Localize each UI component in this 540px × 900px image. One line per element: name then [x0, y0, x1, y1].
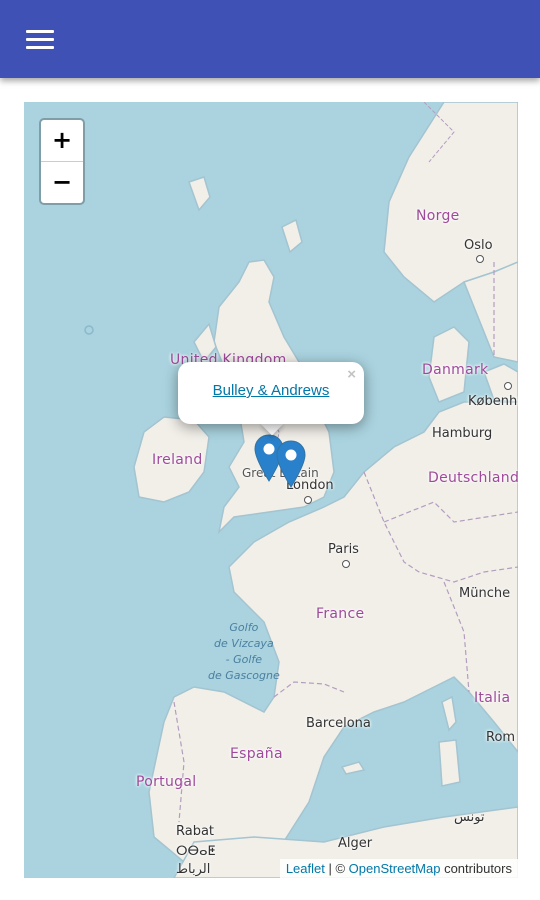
- leaflet-link[interactable]: Leaflet: [286, 861, 325, 876]
- marker-popup: Bulley & Andrews ×: [178, 362, 364, 424]
- map-label-italia: Italia: [474, 690, 511, 706]
- map-label-alger: Alger: [338, 836, 373, 851]
- city-dot: [504, 382, 512, 390]
- map-label-kobenhavn: København: [468, 394, 518, 409]
- city-dot: [304, 496, 312, 504]
- map-label-rabat-arabic: الرباط: [176, 862, 211, 877]
- menu-icon[interactable]: [20, 22, 60, 58]
- map-label-espana: España: [230, 746, 283, 762]
- popup-link[interactable]: Bulley & Andrews: [178, 382, 364, 399]
- map-label-hamburg: Hamburg: [432, 426, 493, 441]
- map-marker-icon[interactable]: [276, 440, 306, 488]
- close-icon[interactable]: ×: [347, 366, 356, 383]
- map-label-tunis: تونس: [454, 810, 485, 825]
- map-label-rabat-tifinagh: ⵔⴱⴰⵟ: [176, 844, 216, 859]
- map-label-roma: Rom: [486, 730, 516, 745]
- map-label-danmark: Danmark: [422, 362, 489, 378]
- map-label-portugal: Portugal: [136, 774, 197, 790]
- map-label-france: France: [316, 606, 365, 622]
- zoom-control: + −: [39, 118, 85, 205]
- map-label-ireland: Ireland: [152, 452, 203, 468]
- osm-link[interactable]: OpenStreetMap: [349, 861, 441, 876]
- city-dot: [342, 560, 350, 568]
- zoom-in-button[interactable]: +: [41, 120, 83, 162]
- map-label-barcelona: Barcelona: [306, 716, 371, 731]
- app-bar: [0, 0, 540, 78]
- attribution-suffix: contributors: [440, 861, 512, 876]
- zoom-out-button[interactable]: −: [41, 162, 83, 203]
- map-label-deutschland: Deutschland: [428, 470, 518, 486]
- map-label-norge: Norge: [416, 208, 460, 224]
- map-attribution: Leaflet | © OpenStreetMap contributors: [279, 859, 518, 878]
- map-label-munchen: Münche: [459, 586, 511, 601]
- map-label-bay-of-biscay: Golfo de Vizcaya - Golfe de Gascogne: [208, 621, 280, 682]
- map-container[interactable]: Norge Oslo United Kingdom Danmark Københ…: [24, 102, 518, 878]
- map-label-paris: Paris: [328, 542, 359, 557]
- city-dot: [476, 255, 484, 263]
- map-label-rabat: Rabat: [176, 824, 215, 839]
- map-label-oslo: Oslo: [464, 238, 493, 253]
- attribution-separator: | ©: [324, 861, 349, 876]
